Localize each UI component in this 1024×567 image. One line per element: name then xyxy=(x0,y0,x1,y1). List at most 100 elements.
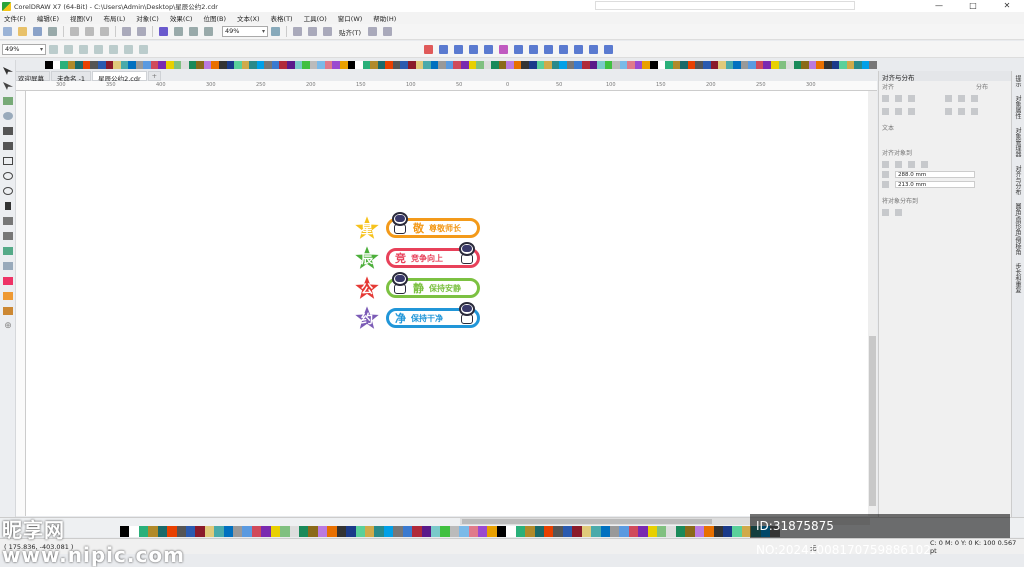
color-swatch[interactable] xyxy=(553,526,563,537)
menu-view[interactable]: 视图(V) xyxy=(70,13,93,23)
color-swatch[interactable] xyxy=(740,61,749,69)
color-swatch[interactable] xyxy=(430,526,441,537)
color-swatch[interactable] xyxy=(619,61,628,69)
scroll-thumb[interactable] xyxy=(462,519,712,524)
shape-tool-icon[interactable] xyxy=(3,82,13,90)
color-swatch[interactable] xyxy=(256,61,265,69)
color-swatch[interactable] xyxy=(309,61,318,69)
color-swatch[interactable] xyxy=(755,61,764,69)
color-swatch[interactable] xyxy=(308,526,318,537)
plugin-tool-icon[interactable] xyxy=(559,44,568,54)
color-swatch[interactable] xyxy=(90,61,98,69)
color-swatch[interactable] xyxy=(695,61,703,69)
save-icon[interactable] xyxy=(33,27,42,36)
color-swatch[interactable] xyxy=(657,61,666,69)
x-position-field[interactable]: 288.0 mm xyxy=(895,171,975,178)
align-left-icon[interactable] xyxy=(882,95,889,102)
color-swatch[interactable] xyxy=(143,61,151,69)
maximize-button[interactable]: □ xyxy=(956,0,990,12)
color-swatch[interactable] xyxy=(113,61,121,69)
corel-connect-icon[interactable] xyxy=(159,27,168,36)
distribute-top-icon[interactable] xyxy=(945,108,952,115)
color-swatch[interactable] xyxy=(525,526,535,537)
color-swatch[interactable] xyxy=(421,526,431,537)
color-swatch[interactable] xyxy=(218,61,227,69)
color-swatch[interactable] xyxy=(249,61,257,69)
color-swatch[interactable] xyxy=(536,61,545,69)
y-position-field[interactable]: 213.0 mm xyxy=(895,181,975,188)
color-swatch[interactable] xyxy=(402,526,413,537)
open-icon[interactable] xyxy=(18,27,27,36)
color-swatch[interactable] xyxy=(355,61,363,69)
color-swatch[interactable] xyxy=(97,61,106,69)
distribute-center-icon[interactable] xyxy=(958,95,965,102)
plugin-tool-icon[interactable] xyxy=(544,44,553,54)
color-swatch[interactable] xyxy=(196,61,204,69)
color-swatch[interactable] xyxy=(650,61,658,69)
menu-text[interactable]: 文本(X) xyxy=(237,13,260,23)
redo-icon[interactable] xyxy=(137,27,146,36)
color-swatch[interactable] xyxy=(665,61,673,69)
color-swatch[interactable] xyxy=(302,61,310,69)
new-icon[interactable] xyxy=(3,27,12,36)
full-screen-icon[interactable] xyxy=(271,27,280,36)
color-swatch[interactable] xyxy=(242,526,252,537)
color-swatch[interactable] xyxy=(591,526,601,537)
color-swatch[interactable] xyxy=(67,61,76,69)
outline-color-indicator[interactable]: C: 0 M: 0 Y: 0 K: 100 0.567 pt xyxy=(930,539,1024,555)
color-swatch[interactable] xyxy=(642,61,650,69)
color-swatch[interactable] xyxy=(332,61,340,69)
color-swatch[interactable] xyxy=(468,526,479,537)
color-swatch[interactable] xyxy=(234,61,242,69)
color-swatch[interactable] xyxy=(45,61,53,69)
align-right-icon[interactable] xyxy=(908,95,915,102)
horizontal-ruler[interactable]: 300 350 400 300 250 200 150 100 50 0 50 … xyxy=(16,81,877,91)
zoom-tool-icon[interactable] xyxy=(3,112,13,120)
transparency-tool-icon[interactable] xyxy=(3,262,13,270)
color-swatch[interactable] xyxy=(75,61,83,69)
color-swatch[interactable] xyxy=(412,526,422,537)
page-edge-icon[interactable] xyxy=(895,161,902,168)
plugin-tool-icon[interactable] xyxy=(499,44,508,54)
color-swatch[interactable] xyxy=(572,526,582,537)
color-swatch[interactable] xyxy=(385,61,393,69)
color-swatch[interactable] xyxy=(666,526,676,537)
crop-tool-icon[interactable] xyxy=(3,97,13,105)
color-swatch[interactable] xyxy=(612,61,620,69)
connector-tool-icon[interactable] xyxy=(3,232,13,240)
color-swatch[interactable] xyxy=(468,61,477,69)
color-swatch[interactable] xyxy=(694,526,705,537)
active-objects-icon[interactable] xyxy=(882,161,889,168)
plugin-tool-icon[interactable] xyxy=(514,44,523,54)
copy-icon[interactable] xyxy=(85,27,94,36)
color-swatch[interactable] xyxy=(687,61,696,69)
color-swatch[interactable] xyxy=(120,61,129,69)
color-swatch[interactable] xyxy=(619,526,629,537)
color-swatch[interactable] xyxy=(771,61,779,69)
color-swatch[interactable] xyxy=(702,61,711,69)
bottom-color-palette[interactable] xyxy=(120,526,780,537)
text-tool-icon[interactable] xyxy=(5,202,11,210)
color-swatch[interactable] xyxy=(211,61,219,69)
color-swatch[interactable] xyxy=(581,61,590,69)
color-swatch[interactable] xyxy=(336,526,347,537)
color-swatch[interactable] xyxy=(498,61,507,69)
plugin-tool-icon[interactable] xyxy=(454,44,463,54)
tab-current-document[interactable]: 星辰公约2.cdr xyxy=(92,71,147,83)
color-swatch[interactable] xyxy=(261,526,271,537)
color-swatch[interactable] xyxy=(188,61,197,69)
artistic-media-tool-icon[interactable] xyxy=(3,142,13,150)
pick-tool-icon[interactable] xyxy=(3,67,13,75)
grid-icon[interactable] xyxy=(921,161,928,168)
menu-tools[interactable]: 工具(O) xyxy=(304,13,327,23)
color-swatch[interactable] xyxy=(324,61,333,69)
zoom-width-icon[interactable] xyxy=(124,44,133,54)
color-swatch[interactable] xyxy=(600,526,610,537)
color-swatch[interactable] xyxy=(597,61,605,69)
drawing-canvas[interactable]: 星 敬尊敬师长辰 竞竞争向上公 静保持安静约 净保持干净 xyxy=(26,91,868,516)
new-tab-button[interactable]: + xyxy=(147,71,162,81)
add-tool-icon[interactable]: ⊕ xyxy=(3,322,13,331)
color-swatch[interactable] xyxy=(370,61,378,69)
close-button[interactable]: ✕ xyxy=(990,0,1024,12)
snap-to-dropdown[interactable]: 贴齐(T) xyxy=(339,27,361,37)
